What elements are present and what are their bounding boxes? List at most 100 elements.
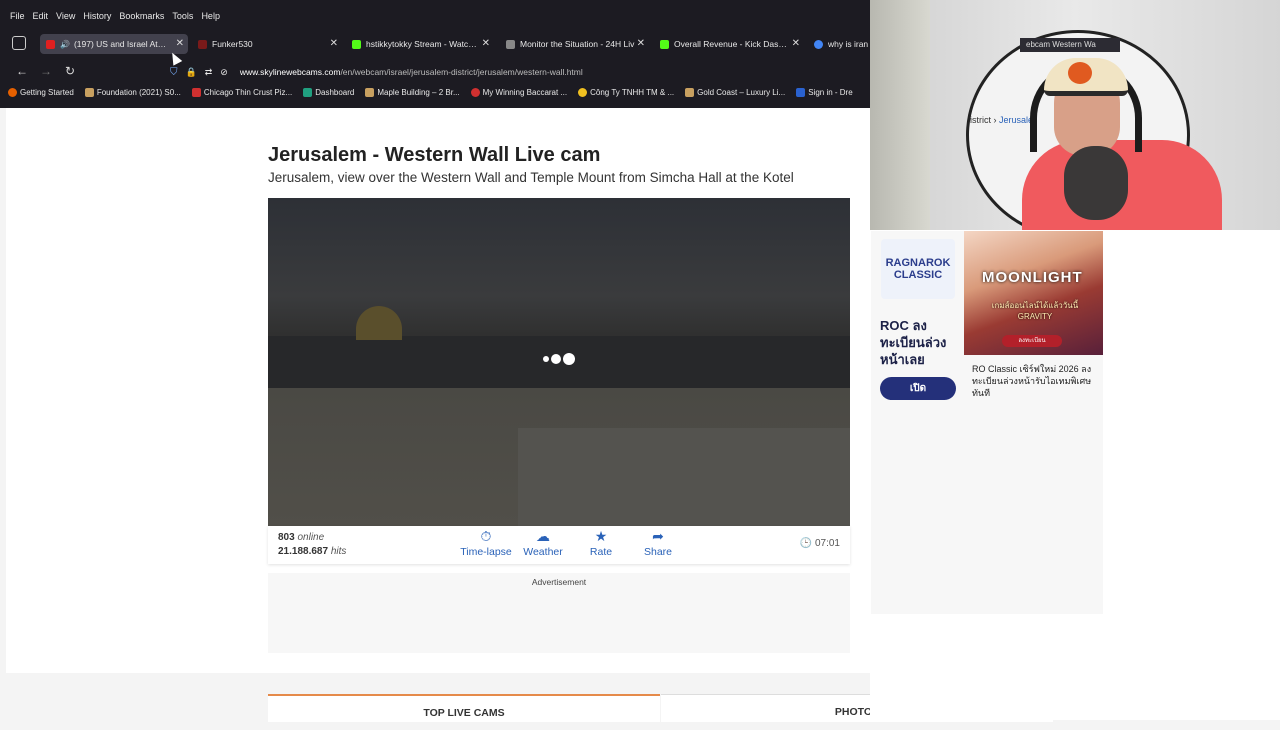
tab-title: Funker530 — [212, 39, 253, 49]
bookmark-label: Maple Building – 2 Br... — [377, 88, 460, 97]
bookmark-label: Chicago Thin Crust Piz... — [203, 88, 293, 97]
tab-4[interactable]: Overall Revenue - Kick Dashbo ✕ — [660, 34, 804, 54]
bookmark-icon — [685, 88, 695, 97]
bookmark-item[interactable]: Foundation (2021) S0... — [84, 88, 181, 97]
hits-count: 21.188.687 — [278, 546, 329, 557]
bookmark-icon — [84, 88, 94, 97]
plaza-image — [518, 428, 850, 526]
menu-history[interactable]: History — [83, 11, 111, 21]
weather-button[interactable]: ☁ Weather — [513, 528, 573, 558]
dome-image — [356, 306, 402, 340]
online-count: 803 — [278, 532, 295, 543]
cloud-icon: ☁ — [536, 528, 550, 544]
close-tab-icon[interactable]: ✕ — [176, 38, 184, 49]
streamer-webcam-overlay: ebcam Western Wa istrict › Jerusale — [870, 0, 1280, 230]
close-tab-icon[interactable]: ✕ — [330, 38, 338, 49]
bookmark-label: Công Ty TNHH TM & ... — [590, 88, 675, 97]
bookmark-item[interactable]: Dashboard — [303, 88, 354, 97]
hits-stat: 21.188.687 hits — [278, 546, 346, 557]
menu-edit[interactable]: Edit — [33, 11, 49, 21]
close-tab-icon[interactable]: ✕ — [482, 38, 490, 49]
url-domain: www.skylinewebcams.com — [239, 67, 341, 77]
tab-title: hstikkytokky Stream - Watch Li — [366, 39, 480, 49]
ad-description: RO Classic เซิร์ฟใหม่ 2026 ลงทะเบียนล่วง… — [972, 364, 1092, 399]
advertisement-label: Advertisement — [531, 577, 587, 587]
browser-chrome: File Edit View History Bookmarks Tools H… — [0, 0, 870, 108]
menu-bookmarks[interactable]: Bookmarks — [119, 11, 164, 21]
kick-icon — [352, 39, 361, 49]
permissions-icon[interactable]: ⇄ — [205, 67, 213, 78]
bookmark-icon — [365, 88, 375, 97]
firefox-icon — [8, 88, 17, 97]
close-tab-icon[interactable]: ✕ — [637, 38, 645, 49]
bookmark-item[interactable]: Công Ty TNHH TM & ... — [578, 88, 674, 97]
ad-banner-image[interactable]: MOONLIGHT เกมส์ออนไลน์ได้แล้ววันนี้ GRAV… — [964, 231, 1103, 355]
lock-icon[interactable]: 🔒 — [186, 67, 197, 78]
bookmarks-bar: Getting Started Foundation (2021) S0... … — [8, 88, 853, 97]
shield-icon[interactable]: ⛉ — [170, 67, 178, 78]
menu-tools[interactable]: Tools — [172, 11, 193, 21]
share-icon: ➦ — [652, 528, 664, 544]
bookmark-label: Sign in - Dre — [808, 88, 853, 97]
video-player[interactable] — [268, 198, 850, 526]
ad-headline: ROC ลงทะเบียนล่วงหน้าเลย — [880, 318, 947, 367]
kick-icon — [660, 39, 669, 49]
bookmark-label: Gold Coast – Luxury Li... — [697, 88, 786, 97]
tab-list-icon[interactable] — [12, 36, 26, 50]
tab-3[interactable]: Monitor the Situation - 24H Liv ✕ — [506, 34, 649, 54]
menu-bar: File Edit View History Bookmarks Tools H… — [10, 11, 220, 21]
bookmark-item[interactable]: My Winning Baccarat ... — [470, 88, 567, 97]
bookmark-icon — [470, 88, 480, 97]
loading-spinner-icon — [543, 353, 575, 365]
online-label: online — [297, 532, 325, 543]
bookmark-icon — [303, 88, 313, 97]
bookmark-item[interactable]: Gold Coast – Luxury Li... — [685, 88, 785, 97]
bookmark-item[interactable]: Maple Building – 2 Br... — [365, 88, 460, 97]
menu-view[interactable]: View — [56, 11, 75, 21]
share-button[interactable]: ➦ Share — [628, 528, 688, 558]
online-stat: 803 online — [278, 532, 324, 543]
stats-bar: 803 online 21.188.687 hits ⏱ Time-lapse ☁… — [268, 526, 850, 564]
tab-1[interactable]: Funker530 ✕ — [198, 34, 342, 54]
tab-strip: 🔊 (197) US and Israel Attack ✕ Funker530… — [0, 32, 870, 56]
reload-icon[interactable]: ↻ — [65, 64, 75, 78]
url-bar[interactable]: ⛉ 🔒 ⇄ ⊘ www.skylinewebcams.com/en/webcam… — [164, 62, 868, 82]
timelapse-button[interactable]: ⏱ Time-lapse — [456, 528, 516, 558]
forward-icon[interactable]: → — [40, 64, 52, 78]
tab-5[interactable]: why is iran — [814, 34, 870, 54]
tab-title: (197) US and Israel Attack — [73, 39, 168, 49]
speaker-icon[interactable]: 🔊 — [60, 40, 70, 49]
dog — [1064, 146, 1128, 220]
page-title: Jerusalem - Western Wall Live cam — [268, 144, 601, 166]
bookmark-icon — [191, 88, 201, 97]
menu-help[interactable]: Help — [201, 11, 220, 21]
sidebar-ad[interactable]: RAGNAROK CLASSIC ROC ลงทะเบียนล่วงหน้าเล… — [871, 231, 1103, 614]
funker-icon — [198, 39, 207, 49]
ad-box: Advertisement — [268, 573, 850, 653]
reader-icon[interactable]: ⊘ — [220, 67, 228, 78]
close-tab-icon[interactable]: ✕ — [792, 38, 800, 49]
tab-top-live-cams[interactable]: TOP LIVE CAMS — [268, 694, 660, 722]
rate-button[interactable]: ★ Rate — [571, 528, 631, 558]
tab-0[interactable]: 🔊 (197) US and Israel Attack ✕ — [40, 34, 188, 54]
clock-icon: 🕒 — [799, 538, 813, 549]
bookmark-item[interactable]: Sign in - Dre — [796, 88, 853, 97]
bookmark-label: Foundation (2021) S0... — [96, 88, 181, 97]
tab-2[interactable]: hstikkytokky Stream - Watch Li ✕ — [352, 34, 494, 54]
ad-open-button[interactable]: เปิด — [880, 377, 956, 400]
crumb-text: istrict — [970, 115, 991, 125]
url-text[interactable]: www.skylinewebcams.com/en/webcam/israel/… — [240, 67, 583, 77]
banner-cta: ลงทะเบียน — [1002, 335, 1062, 347]
time-value: 07:01 — [814, 538, 840, 549]
page-subtitle: Jerusalem, view over the Western Wall an… — [268, 170, 794, 185]
bookmark-item[interactable]: Getting Started — [8, 88, 74, 97]
back-icon[interactable]: ← — [16, 64, 28, 78]
bookmark-item[interactable]: Chicago Thin Crust Piz... — [191, 88, 293, 97]
menu-file[interactable]: File — [10, 11, 25, 21]
tab-title: Monitor the Situation - 24H Liv — [520, 39, 635, 49]
banner-text: เกมส์ออนไลน์ได้แล้ววันนี้ GRAVITY — [991, 301, 1079, 321]
local-time: 🕒 07:01 — [800, 538, 840, 549]
ragnarok-logo: RAGNAROK CLASSIC — [881, 239, 955, 299]
url-path: /en/webcam/israel/jerusalem-district/jer… — [340, 67, 583, 77]
timer-icon: ⏱ — [480, 528, 492, 544]
